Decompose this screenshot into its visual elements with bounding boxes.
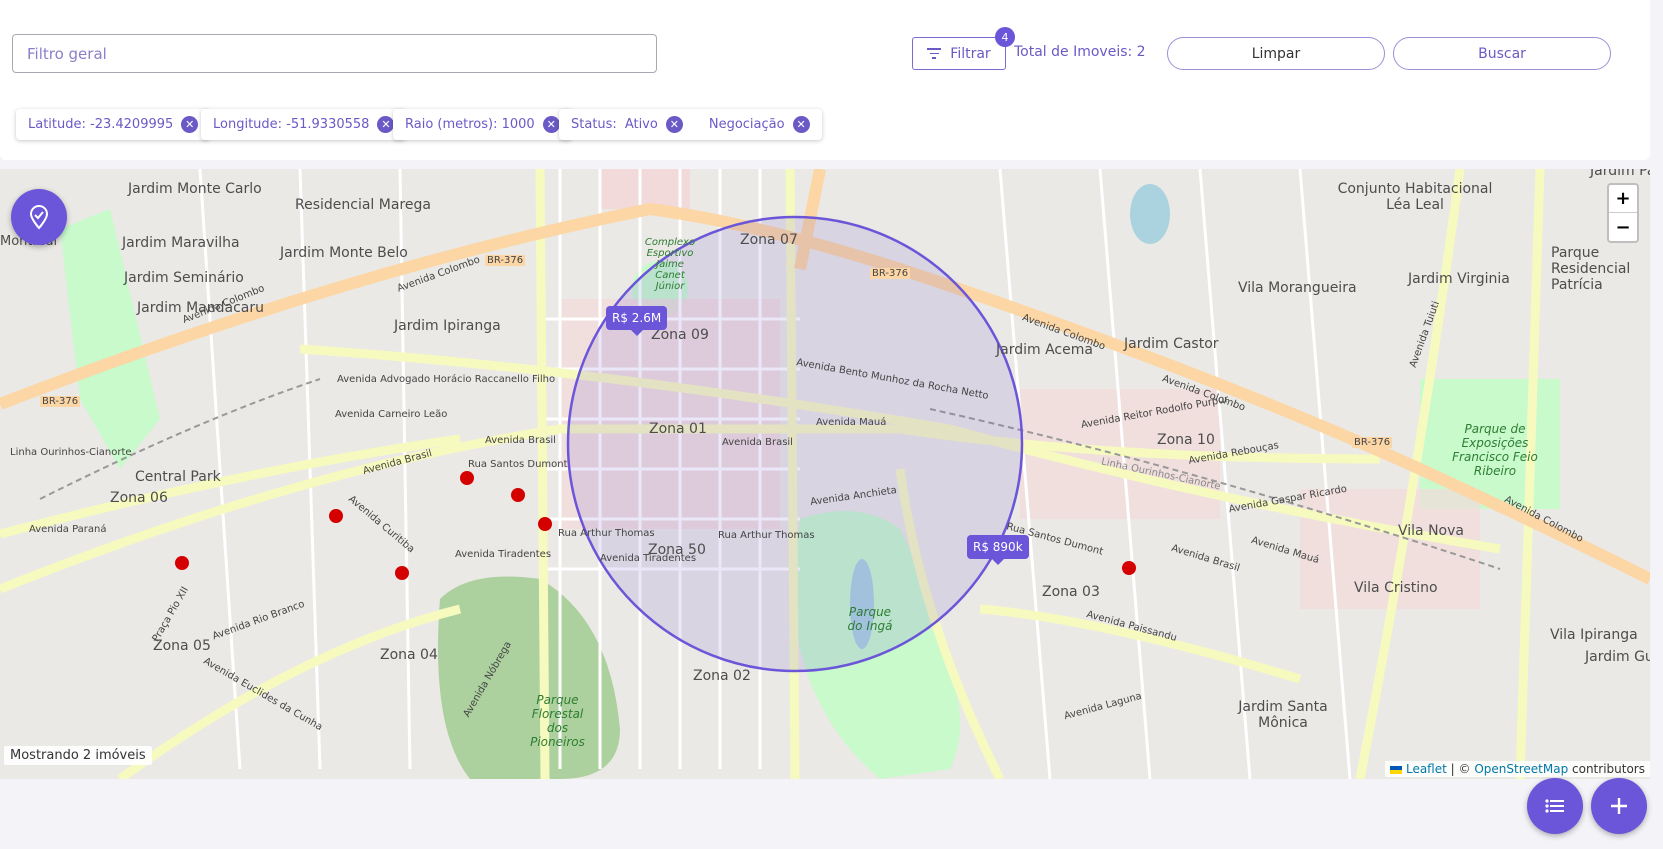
road-label: BR-376 <box>1352 437 1393 448</box>
zoom-in-button[interactable]: + <box>1609 185 1637 213</box>
filter-icon <box>927 48 942 59</box>
map-label: Vila Cristino <box>1354 580 1438 596</box>
road-label: Avenida Tiradentes <box>455 549 552 560</box>
map-label: Zona 02 <box>693 668 751 684</box>
road-label: Avenida Paraná <box>29 524 107 535</box>
search-radius-circle <box>566 215 1024 673</box>
map-label: Parque Residencial Patrícia <box>1551 245 1631 293</box>
map-label: Zona 06 <box>110 490 168 506</box>
map[interactable]: Jardim Monte Carlo Residencial Marega Mo… <box>0 169 1650 779</box>
zoom-out-button[interactable]: − <box>1609 213 1637 241</box>
road-label: Rua Arthur Thomas <box>558 528 655 539</box>
price-marker[interactable]: R$ 890k <box>967 535 1029 565</box>
search-button[interactable]: Buscar <box>1393 37 1611 70</box>
map-label: Zona 07 <box>740 232 798 248</box>
map-label: Parque de Exposições Francisco Feio Ribe… <box>1452 422 1538 478</box>
map-label: Zona 04 <box>380 647 438 663</box>
road-label: Avenida Mauá <box>816 417 887 428</box>
road-label: Avenida Carneiro Leão <box>335 409 448 420</box>
zoom-control: + − <box>1607 183 1639 243</box>
add-property-button[interactable] <box>1591 778 1647 834</box>
filter-count-badge: 4 <box>995 27 1015 47</box>
map-label: Jardim Castor <box>1124 336 1219 352</box>
chip-radius: Raio (metros): 1000 ✕ <box>393 109 572 140</box>
road-label: Rua Santos Dumont <box>468 459 568 470</box>
map-label: Vila Ipiranga <box>1550 627 1638 643</box>
close-icon[interactable]: ✕ <box>792 116 810 133</box>
map-pin-icon <box>29 205 49 230</box>
map-label: Residencial Marega <box>295 197 431 213</box>
map-label: Jardim Maravilha <box>122 235 240 251</box>
road-label: BR-376 <box>40 396 81 407</box>
map-label: Jardim Pa <box>1590 169 1650 179</box>
list-icon <box>1545 799 1564 813</box>
filter-panel: Filtrar 4 Total de Imoveis: 2 Limpar Bus… <box>0 0 1650 160</box>
map-label: Parque Florestal dos Pioneiros <box>530 693 585 749</box>
road-label: BR-376 <box>870 268 911 279</box>
road-label: Avenida Advogado Horácio Raccanello Filh… <box>337 374 556 385</box>
map-label: Vila Morangueira <box>1238 280 1357 296</box>
filter-button[interactable]: Filtrar <box>912 37 1006 70</box>
chip-status-value: Negociação <box>708 117 785 132</box>
map-label: Conjunto Habitacional Léa Leal <box>1337 181 1493 213</box>
close-icon[interactable]: ✕ <box>377 116 395 133</box>
map-label: Vila Nova <box>1398 523 1464 539</box>
total-properties: Total de Imoveis: 2 <box>1014 44 1146 60</box>
map-label: Zona 01 <box>649 421 707 437</box>
filter-button-label: Filtrar <box>950 45 991 62</box>
clear-button[interactable]: Limpar <box>1167 37 1385 70</box>
locate-button[interactable] <box>11 189 67 245</box>
map-label: Jardim Acema <box>996 342 1093 358</box>
plus-icon <box>1611 798 1627 814</box>
close-icon[interactable]: ✕ <box>181 116 199 133</box>
map-label: Jardim Monte Carlo <box>128 181 262 197</box>
general-filter-input[interactable] <box>12 34 657 73</box>
osm-link[interactable]: OpenStreetMap <box>1474 762 1568 776</box>
leaflet-flag-icon <box>1390 765 1403 774</box>
chip-status: Status: Ativo ✕ Negociação ✕ <box>559 109 822 140</box>
road-label: Linha Ourinhos-Cianorte <box>10 447 132 458</box>
map-label: Central Park <box>135 469 221 485</box>
close-icon[interactable]: ✕ <box>665 116 683 133</box>
map-label: Jardim Virginia <box>1408 271 1510 287</box>
chip-latitude: Latitude: -23.4209995 ✕ <box>16 109 211 140</box>
road-label: BR-376 <box>485 255 526 266</box>
chip-longitude: Longitude: -51.9330558 ✕ <box>201 109 407 140</box>
map-label: Jardim Ipiranga <box>394 318 501 334</box>
road-label: Avenida Brasil <box>722 437 793 448</box>
chip-status-label: Status: <box>571 117 617 132</box>
showing-count: Mostrando 2 imóveis <box>4 746 152 765</box>
attribution-separator: | © <box>1450 762 1471 776</box>
close-icon[interactable]: ✕ <box>542 116 560 133</box>
map-attribution: Leaflet | © OpenStreetMap contributors <box>1385 761 1650 777</box>
chip-latitude-label: Latitude: -23.4209995 <box>28 117 174 132</box>
map-label: Jardim Santa Mônica <box>1238 699 1328 731</box>
map-label: Zona 10 <box>1157 432 1215 448</box>
price-marker[interactable]: R$ 2.6M <box>606 306 668 336</box>
map-label: Parque do Ingá <box>847 605 893 633</box>
map-label: Jardim Monte Belo <box>280 245 408 261</box>
chip-radius-label: Raio (metros): 1000 <box>405 117 535 132</box>
map-label: Jardim Seminário <box>124 270 244 286</box>
map-label: Jardim Guar <box>1585 649 1650 665</box>
road-label: Avenida Tiradentes <box>600 553 697 564</box>
attribution-contributors: contributors <box>1572 762 1645 776</box>
map-label: Complexo Esportivo Jaime Canet Júnior <box>644 237 696 292</box>
chip-longitude-label: Longitude: -51.9330558 <box>213 117 370 132</box>
road-label: Rua Arthur Thomas <box>718 530 815 541</box>
map-label: Zona 03 <box>1042 584 1100 600</box>
leaflet-link[interactable]: Leaflet <box>1406 762 1447 776</box>
chip-status-value: Ativo <box>624 117 658 132</box>
list-view-button[interactable] <box>1527 778 1583 834</box>
road-label: Avenida Brasil <box>485 435 556 446</box>
